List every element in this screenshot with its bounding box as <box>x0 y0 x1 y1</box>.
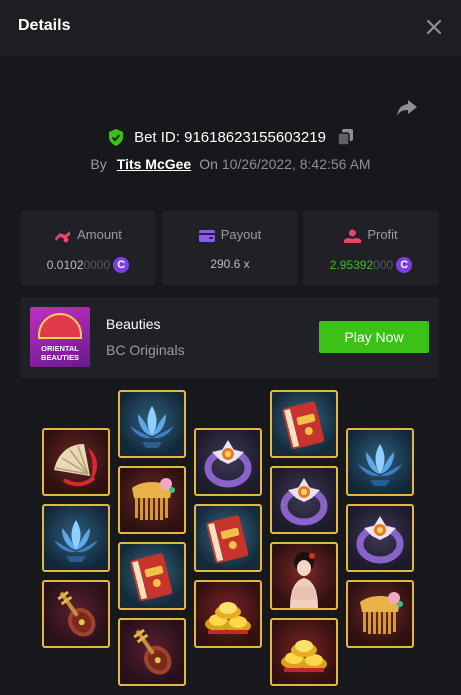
copy-icon[interactable] <box>338 129 354 146</box>
profit-icon <box>344 229 362 243</box>
payout-label-row: Payout <box>162 227 298 243</box>
bet-date: 10/26/2022, 8:42:56 AM <box>221 156 371 172</box>
slot-symbol-lotus <box>346 428 414 496</box>
lady-icon <box>290 552 318 608</box>
amount-value-main: 0.0102 <box>46 258 84 272</box>
by-label: By <box>90 156 107 172</box>
slot-symbol-ring <box>346 504 414 572</box>
amount-icon <box>55 230 71 243</box>
lotus-icon <box>358 444 402 486</box>
slot-symbol-pipa <box>42 580 110 648</box>
details-header: Details <box>0 0 461 56</box>
fan-logo-icon <box>38 313 82 339</box>
amount-label: Amount <box>77 227 122 242</box>
book-icon <box>130 553 173 602</box>
slot-symbol-lotus <box>42 504 110 572</box>
slot-symbol-comb <box>118 466 186 534</box>
game-name: Beauties <box>106 316 161 332</box>
game-provider: BC Originals <box>106 342 185 358</box>
comb-icon <box>132 478 175 520</box>
profit-label-row: Profit <box>303 227 439 243</box>
amount-value-dim: 0000 <box>83 258 111 272</box>
slot-symbol-comb <box>346 580 414 648</box>
gold-icon <box>281 640 327 672</box>
payout-label: Payout <box>220 227 262 242</box>
ring-icon <box>356 516 404 564</box>
shield-check-icon <box>108 128 123 146</box>
slot-symbol-pipa <box>118 618 186 686</box>
game-thumbnail[interactable]: ORIENTAL BEAUTIES <box>30 307 90 367</box>
thumb-line1: ORIENTAL <box>41 344 79 353</box>
thumb-line2: BEAUTIES <box>41 353 79 362</box>
slot-symbol-ring <box>270 466 338 534</box>
game-card: ORIENTAL BEAUTIES Beauties BC Originals … <box>20 297 439 378</box>
pipa-icon <box>57 590 96 637</box>
gold-icon <box>205 602 251 634</box>
lotus-icon <box>130 406 174 448</box>
on-label: On <box>199 156 218 172</box>
ring-icon <box>280 478 328 526</box>
payout-wallet-icon <box>198 229 215 242</box>
amount-label-row: Amount <box>20 227 156 243</box>
book-icon <box>282 401 325 450</box>
payout-value: 290.6 x <box>210 257 250 271</box>
currency-coin-icon: C <box>113 257 130 273</box>
profit-value: 2.95392000 C <box>303 257 439 273</box>
profit-value-main: 2.95392 <box>329 258 374 272</box>
slot-symbol-lady <box>270 542 338 610</box>
bet-id-text: Bet ID: 91618623155603219 <box>134 128 326 146</box>
share-icon[interactable] <box>396 98 418 118</box>
slot-symbol-lotus <box>118 390 186 458</box>
payout-card: Payout 290.6 x <box>162 211 298 285</box>
profit-card: Profit 2.95392000 C <box>303 211 439 285</box>
user-link[interactable]: Tits McGee <box>117 156 191 172</box>
profit-value-dim: 000 <box>373 258 394 272</box>
ring-icon <box>204 440 252 488</box>
slot-symbol-gold <box>270 618 338 686</box>
comb-icon <box>360 592 403 634</box>
slot-symbol-book <box>270 390 338 458</box>
profit-label: Profit <box>367 227 398 242</box>
fan-icon <box>54 444 97 487</box>
slot-symbol-ring <box>194 428 262 496</box>
slot-symbol-book <box>118 542 186 610</box>
slot-symbol-fan <box>42 428 110 496</box>
lotus-icon <box>54 520 98 562</box>
slot-symbol-gold <box>194 580 262 648</box>
currency-coin-icon: C <box>396 257 413 273</box>
bet-byline: By Tits McGee On 10/26/2022, 8:42:56 AM <box>0 156 461 172</box>
amount-value: 0.01020000 C <box>20 257 156 273</box>
pipa-icon <box>133 628 172 675</box>
amount-card: Amount 0.01020000 C <box>20 211 156 285</box>
slot-symbol-book <box>194 504 262 572</box>
modal-title: Details <box>18 17 71 34</box>
bet-id-line: Bet ID: 91618623155603219 <box>0 128 461 150</box>
play-now-button[interactable]: Play Now <box>319 321 429 353</box>
close-icon[interactable] <box>424 17 444 37</box>
book-icon <box>206 515 249 564</box>
